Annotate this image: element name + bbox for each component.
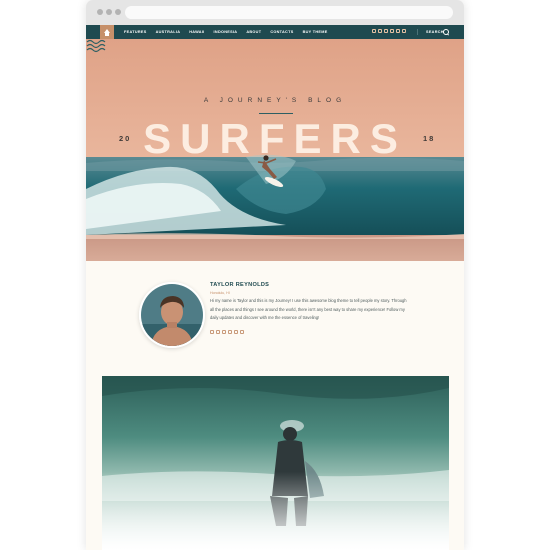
nav-item-buy-theme[interactable]: BUY THEME xyxy=(303,30,328,34)
youtube-icon[interactable] xyxy=(240,330,244,334)
nav-item-hawaii[interactable]: HAWAII xyxy=(189,30,204,34)
nav-item-australia[interactable]: AUSTRALIA xyxy=(156,30,181,34)
facebook-icon[interactable] xyxy=(210,330,214,334)
window-minimize-dot[interactable] xyxy=(106,9,112,15)
author-photo xyxy=(141,284,203,346)
author-bio: Hi my name is Taylor and this is my Jour… xyxy=(210,298,407,321)
home-icon xyxy=(104,29,110,36)
instagram-icon[interactable] xyxy=(216,330,220,334)
surfer-photo xyxy=(102,376,449,550)
waves-icon xyxy=(86,39,106,53)
browser-chrome xyxy=(86,0,464,25)
hero-banner: A JOURNEY'S BLOG 20 18 SURFERS xyxy=(86,39,464,261)
author-name[interactable]: TAYLOR REYNOLDS xyxy=(210,282,269,288)
pinterest-icon[interactable] xyxy=(396,29,400,33)
nav-item-about[interactable]: ABOUT xyxy=(246,30,261,34)
nav-social-links xyxy=(372,29,408,33)
search-button[interactable]: SEARCH xyxy=(426,25,444,39)
home-button[interactable] xyxy=(100,25,114,39)
search-icon[interactable] xyxy=(443,29,449,35)
nav-menu: FEATURES AUSTRALIA HAWAII INDONESIA ABOU… xyxy=(124,25,337,39)
nav-item-features[interactable]: FEATURES xyxy=(124,30,147,34)
featured-post-image[interactable] xyxy=(102,376,449,550)
facebook-icon[interactable] xyxy=(372,29,376,33)
hero-title: SURFERS xyxy=(143,115,407,162)
avatar xyxy=(139,282,205,348)
nav-item-contacts[interactable]: CONTACTS xyxy=(270,30,293,34)
author-location: Honolulu, HI xyxy=(210,291,230,295)
top-navigation: FEATURES AUSTRALIA HAWAII INDONESIA ABOU… xyxy=(86,25,464,39)
window-maximize-dot[interactable] xyxy=(115,9,121,15)
instagram-icon[interactable] xyxy=(378,29,382,33)
author-section: TAYLOR REYNOLDS Honolulu, HI Hi my name … xyxy=(86,261,464,362)
address-bar[interactable] xyxy=(125,6,453,19)
browser-window: FEATURES AUSTRALIA HAWAII INDONESIA ABOU… xyxy=(86,0,464,550)
hero-subtitle: A JOURNEY'S BLOG xyxy=(203,97,347,104)
dribbble-icon[interactable] xyxy=(228,330,232,334)
window-close-dot[interactable] xyxy=(97,9,103,15)
author-social-links xyxy=(210,330,246,334)
youtube-icon[interactable] xyxy=(402,29,406,33)
dribbble-icon[interactable] xyxy=(390,29,394,33)
vimeo-icon[interactable] xyxy=(222,330,226,334)
vimeo-icon[interactable] xyxy=(384,29,388,33)
hero-divider xyxy=(259,113,293,114)
nav-divider xyxy=(417,29,418,35)
pinterest-icon[interactable] xyxy=(234,330,238,334)
nav-item-indonesia[interactable]: INDONESIA xyxy=(214,30,238,34)
